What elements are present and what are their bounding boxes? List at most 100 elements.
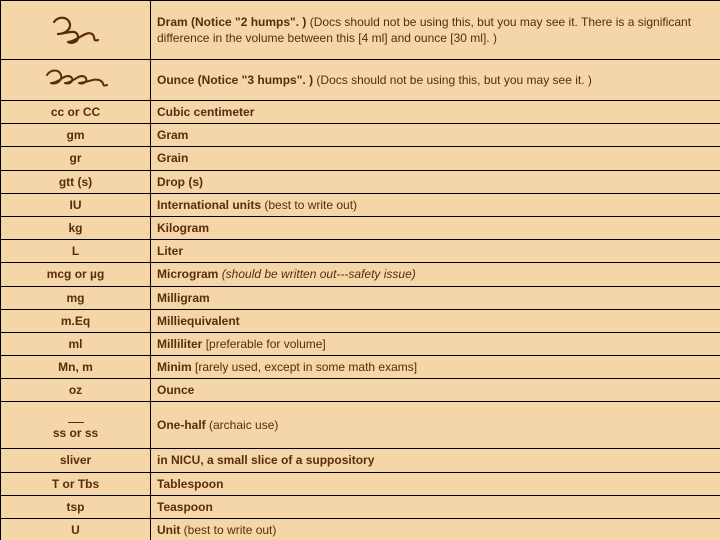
abbrev-text: gm [67,128,85,142]
table-row: gtt (s) Drop (s) [1,170,720,193]
abbrev-cell: Mn, m [1,356,151,379]
meaning-cell: Microgram (should be written out---safet… [151,263,720,286]
meaning-cell: Dram (Notice "2 humps". ) (Docs should n… [151,1,720,60]
meaning-note: [preferable for volume] [206,337,326,351]
meaning-note: (best to write out) [264,198,357,212]
meaning-cell: Unit (best to write out) [151,519,720,540]
abbrev-cell [1,60,151,101]
abbrev-cell [1,1,151,60]
table-row: L Liter [1,240,720,263]
abbrev-text: mg [67,291,85,305]
meaning-bold: Gram [157,128,188,142]
dram-glyph-icon [46,12,106,48]
meaning-bold: Cubic centimeter [157,105,254,119]
abbrev-text: ss or ss [53,426,98,440]
table-row: gr Grain [1,147,720,170]
abbrev-cell: gm [1,124,151,147]
meaning-cell: Milliequivalent [151,309,720,332]
meaning-cell: Cubic centimeter [151,101,720,124]
table-row: oz Ounce [1,379,720,402]
table-row: ss or ss One-half (archaic use) [1,402,720,449]
table-row: Mn, m Minim [rarely used, except in some … [1,356,720,379]
abbrev-text: IU [70,198,82,212]
abbrev-text: cc or CC [51,105,100,119]
meaning-note: (best to write out) [184,523,277,537]
meaning-cell: Teaspoon [151,495,720,518]
meaning-bold: Liter [157,244,183,258]
abbrev-cell: ml [1,332,151,355]
table-row: mcg or µg Microgram (should be written ou… [1,263,720,286]
meaning-cell: Ounce (Notice "3 humps". ) (Docs should … [151,60,720,101]
table-row: m.Eq Milliequivalent [1,309,720,332]
table-row: sliver in NICU, a small slice of a suppos… [1,449,720,472]
table-row: ml Milliliter [preferable for volume] [1,332,720,355]
meaning-bold: in NICU, a small slice of a suppository [157,453,374,467]
meaning-cell: Gram [151,124,720,147]
meaning-cell: Minim [rarely used, except in some math … [151,356,720,379]
meaning-cell: Liter [151,240,720,263]
meaning-bold: Drop (s) [157,175,203,189]
table-row: Dram (Notice "2 humps". ) (Docs should n… [1,1,720,60]
table-row: T or Tbs Tablespoon [1,472,720,495]
meaning-bold: Ounce (Notice "3 humps". ) [157,73,316,87]
meaning-bold: Ounce [157,383,194,397]
meaning-cell: International units (best to write out) [151,193,720,216]
abbrev-text: oz [69,383,82,397]
meaning-cell: Milligram [151,286,720,309]
meaning-bold: Microgram [157,267,222,281]
meaning-cell: Milliliter [preferable for volume] [151,332,720,355]
meaning-bold: Kilogram [157,221,209,235]
abbrev-text: m.Eq [61,314,90,328]
meaning-bold: Dram (Notice "2 humps". ) [157,15,310,29]
abbrev-cell: IU [1,193,151,216]
abbrev-text: L [72,244,79,258]
table-row: cc or CC Cubic centimeter [1,101,720,124]
ss-overline-symbol [68,412,84,423]
table-row: mg Milligram [1,286,720,309]
meaning-cell: Ounce [151,379,720,402]
meaning-note: (Docs should not be using this, but you … [316,73,591,87]
meaning-bold: International units [157,198,264,212]
meaning-cell: Tablespoon [151,472,720,495]
abbrev-cell: cc or CC [1,101,151,124]
meaning-bold: Grain [157,151,188,165]
abbrev-text: mcg or µg [47,267,105,281]
meaning-cell: One-half (archaic use) [151,402,720,449]
abbrev-cell: L [1,240,151,263]
table-row: U Unit (best to write out) [1,519,720,540]
table-row: gm Gram [1,124,720,147]
abbrev-cell: mcg or µg [1,263,151,286]
abbrev-cell: U [1,519,151,540]
meaning-bold: Teaspoon [157,500,213,514]
meaning-cell: Grain [151,147,720,170]
table-row: Ounce (Notice "3 humps". ) (Docs should … [1,60,720,101]
table-row: IU International units (best to write out… [1,193,720,216]
abbrev-text: T or Tbs [52,477,99,491]
abbrev-cell: tsp [1,495,151,518]
abbrev-text: gr [70,151,82,165]
meaning-bold: Milligram [157,291,210,305]
meaning-cell: in NICU, a small slice of a suppository [151,449,720,472]
meaning-bold: Unit [157,523,184,537]
abbrev-cell: gtt (s) [1,170,151,193]
meaning-cell: Kilogram [151,216,720,239]
abbrev-text: Mn, m [58,360,93,374]
abbrev-text: ml [68,337,82,351]
table-row: kg Kilogram [1,216,720,239]
meaning-bold: Tablespoon [157,477,223,491]
abbrev-text: gtt (s) [59,175,92,189]
abbrev-cell: mg [1,286,151,309]
abbrev-cell: kg [1,216,151,239]
meaning-note: (should be written out---safety issue) [222,267,416,281]
abbrev-text: tsp [67,500,85,514]
abbrev-cell: ss or ss [1,402,151,449]
meaning-note: [rarely used, except in some math exams] [195,360,417,374]
abbrev-cell: m.Eq [1,309,151,332]
meaning-cell: Drop (s) [151,170,720,193]
abbrev-cell: sliver [1,449,151,472]
meaning-bold: One-half [157,418,209,432]
abbrev-text: U [71,523,80,537]
abbreviation-table: Dram (Notice "2 humps". ) (Docs should n… [0,0,720,540]
meaning-note: (archaic use) [209,418,278,432]
abbrev-cell: gr [1,147,151,170]
